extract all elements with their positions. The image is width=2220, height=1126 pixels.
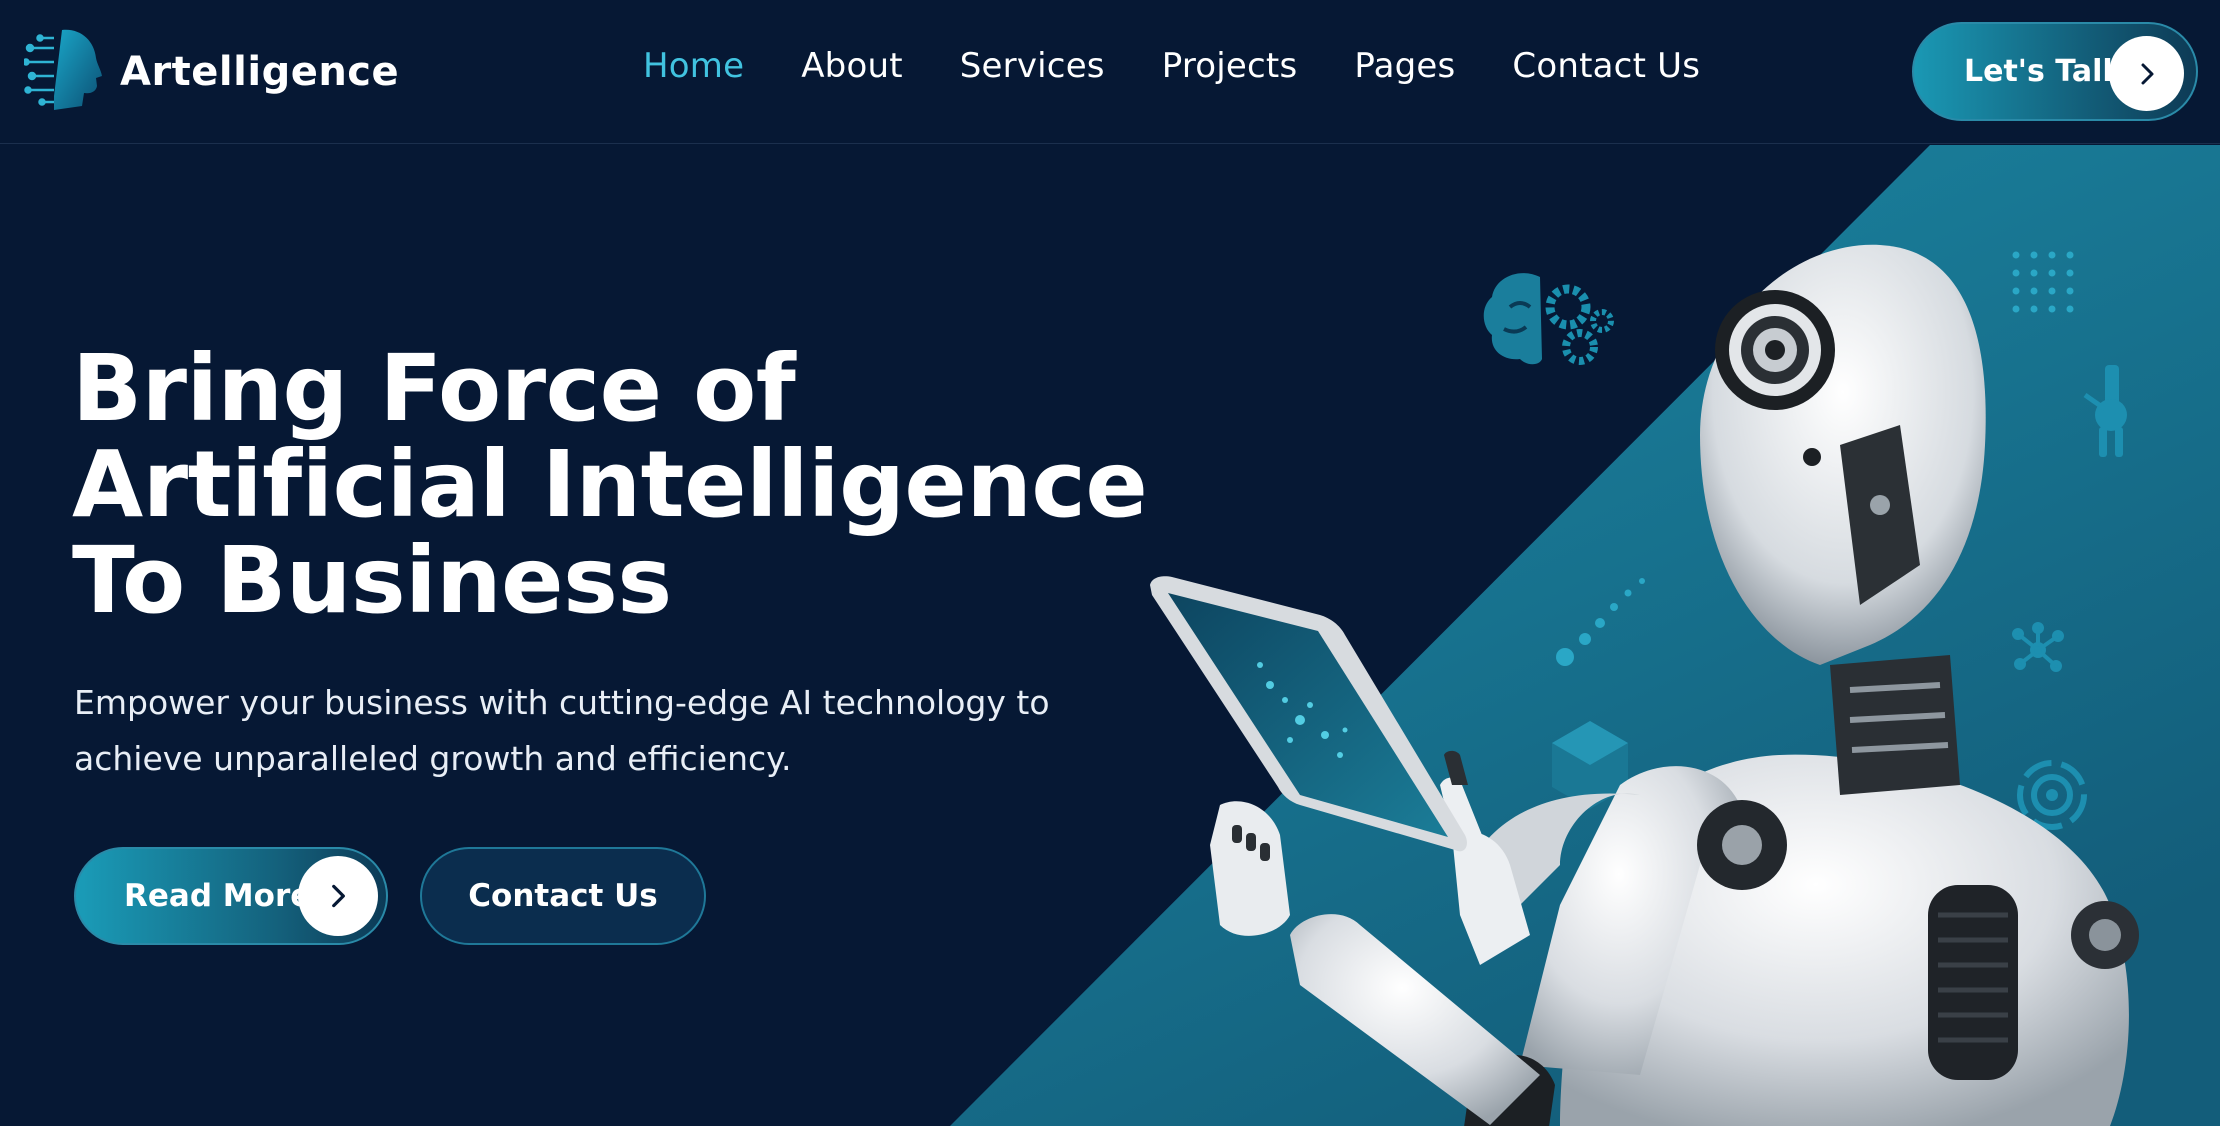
network-icon (2012, 622, 2064, 672)
main-nav: Home About Services Projects Pages Conta… (643, 46, 1757, 86)
nav-home[interactable]: Home (643, 46, 744, 86)
robot-tablet (1150, 576, 1467, 852)
nav-services[interactable]: Services (960, 46, 1105, 86)
read-more-circle (298, 856, 378, 936)
brand-logo[interactable]: Artelligence (24, 26, 399, 118)
brand-name: Artelligence (120, 49, 400, 95)
nav-projects[interactable]: Projects (1162, 46, 1298, 86)
contact-us-button[interactable]: Contact Us (420, 847, 706, 945)
robot-illustration (1150, 244, 2139, 1126)
read-more-button[interactable]: Read More (74, 847, 388, 945)
logo-head-icon (24, 29, 102, 110)
target-icon (2017, 760, 2087, 830)
lets-talk-circle (2109, 36, 2184, 111)
hero-illustration (1150, 244, 2139, 1126)
hero-title-line-2: Artificial Intelligence (72, 431, 1148, 538)
hero-description: Empower your business with cutting-edge … (74, 683, 1050, 778)
chevron-right-icon (332, 884, 345, 908)
read-more-label: Read More (124, 878, 312, 914)
dot-grid-icon (2012, 251, 2074, 313)
robot-vent (1928, 885, 2018, 1080)
lets-talk-label: Let's Talk (1964, 54, 2123, 89)
brain-gear-icon (1483, 273, 1614, 365)
hero-section: Bring Force of Artificial Intelligence T… (0, 145, 2220, 1126)
hero-title: Bring Force of Artificial Intelligence T… (72, 335, 1148, 634)
nav-contact-us[interactable]: Contact Us (1512, 46, 1700, 86)
contact-us-label: Contact Us (468, 878, 658, 914)
nav-about[interactable]: About (801, 46, 903, 86)
robot-arm-icon (2083, 365, 2127, 457)
lets-talk-button[interactable]: Let's Talk (1912, 22, 2198, 121)
hero-title-line-3: To Business (72, 527, 672, 634)
nav-pages[interactable]: Pages (1354, 46, 1455, 86)
hero-title-line-1: Bring Force of (72, 335, 796, 442)
site-header: Artelligence Home About Services Project… (0, 0, 2220, 144)
dot-trail (1556, 578, 1645, 666)
chevron-right-icon (2141, 63, 2153, 84)
